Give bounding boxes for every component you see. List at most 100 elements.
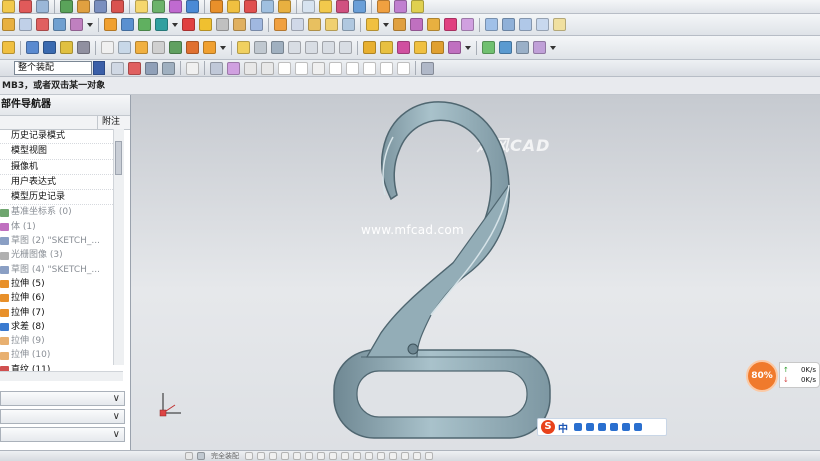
tool-icon[interactable] bbox=[2, 18, 15, 31]
tool-icon[interactable] bbox=[77, 41, 90, 54]
tool-icon[interactable] bbox=[305, 452, 313, 460]
navigator-horizontal-scrollbar[interactable] bbox=[0, 371, 123, 381]
tool-icon[interactable] bbox=[363, 61, 376, 75]
tool-icon[interactable] bbox=[322, 41, 335, 54]
tool-icon[interactable] bbox=[2, 41, 15, 54]
tool-icon[interactable] bbox=[70, 18, 83, 31]
tool-icon[interactable] bbox=[53, 18, 66, 31]
tool-icon[interactable] bbox=[319, 0, 332, 13]
tool-icon[interactable] bbox=[19, 0, 32, 13]
punctuation-icon[interactable] bbox=[586, 423, 594, 431]
tool-icon[interactable] bbox=[261, 0, 274, 13]
tree-node[interactable]: 模型历史记录 bbox=[0, 190, 113, 206]
tool-icon[interactable] bbox=[233, 18, 246, 31]
tool-icon[interactable] bbox=[278, 61, 291, 75]
tree-node[interactable]: 求差 (8) bbox=[0, 320, 113, 334]
tool-icon[interactable] bbox=[482, 41, 495, 54]
tool-icon[interactable] bbox=[499, 41, 512, 54]
tree-node[interactable]: 草图 (2) "SKETCH_... bbox=[0, 234, 113, 248]
tool-icon[interactable] bbox=[519, 18, 532, 31]
tool-icon[interactable] bbox=[425, 452, 433, 460]
tool-icon[interactable] bbox=[353, 0, 366, 13]
tool-icon[interactable] bbox=[366, 18, 379, 31]
tree-node[interactable]: 摄像机 bbox=[0, 160, 113, 175]
details-panel-toggle[interactable]: ∨ bbox=[0, 409, 125, 424]
tool-icon[interactable] bbox=[60, 0, 73, 13]
tool-icon[interactable] bbox=[414, 41, 427, 54]
tool-icon[interactable] bbox=[365, 452, 373, 460]
tool-icon[interactable] bbox=[269, 452, 277, 460]
tool-icon[interactable] bbox=[128, 61, 141, 75]
tool-icon[interactable] bbox=[185, 452, 193, 460]
graphics-viewport[interactable]: 沐风CAD www.mfcad.com bbox=[131, 95, 820, 450]
tool-icon[interactable] bbox=[305, 41, 318, 54]
tool-icon[interactable] bbox=[162, 61, 175, 75]
tool-icon[interactable] bbox=[325, 18, 338, 31]
tool-icon[interactable] bbox=[312, 61, 325, 75]
tool-icon[interactable] bbox=[60, 41, 73, 54]
tool-icon[interactable] bbox=[111, 0, 124, 13]
user-icon[interactable] bbox=[610, 423, 618, 431]
tool-icon[interactable] bbox=[293, 452, 301, 460]
tool-icon[interactable] bbox=[182, 18, 195, 31]
dropdown-arrow-icon[interactable] bbox=[465, 45, 471, 50]
tool-icon[interactable] bbox=[244, 0, 257, 13]
tool-icon[interactable] bbox=[274, 18, 287, 31]
tool-icon[interactable] bbox=[254, 41, 267, 54]
navigator-vertical-scrollbar[interactable] bbox=[113, 129, 124, 365]
tool-icon[interactable] bbox=[363, 41, 376, 54]
tool-icon[interactable] bbox=[135, 41, 148, 54]
dropdown-arrow-icon[interactable] bbox=[383, 22, 389, 27]
tool-icon[interactable] bbox=[377, 0, 390, 13]
selection-scope-dropdown[interactable]: 整个装配 bbox=[14, 61, 92, 75]
dropdown-arrow-icon[interactable] bbox=[172, 22, 178, 27]
tool-icon[interactable] bbox=[186, 61, 199, 75]
tool-icon[interactable] bbox=[553, 18, 566, 31]
tool-icon[interactable] bbox=[77, 0, 90, 13]
tool-icon[interactable] bbox=[94, 0, 107, 13]
tree-node[interactable]: 拉伸 (9) bbox=[0, 334, 113, 348]
tool-icon[interactable] bbox=[397, 41, 410, 54]
tree-node[interactable]: 草图 (4) "SKETCH_... bbox=[0, 263, 113, 277]
network-speed-widget[interactable]: 80% ↑ 0K/s ↓ 0K/s bbox=[746, 360, 820, 392]
tool-icon[interactable] bbox=[152, 0, 165, 13]
tool-icon[interactable] bbox=[278, 0, 291, 13]
tool-icon[interactable] bbox=[336, 0, 349, 13]
tool-icon[interactable] bbox=[118, 41, 131, 54]
tool-icon[interactable] bbox=[155, 18, 168, 31]
preview-panel-toggle[interactable]: ∨ bbox=[0, 427, 125, 442]
input-mode-toggle[interactable]: 中 bbox=[558, 420, 568, 435]
tree-node[interactable]: 拉伸 (6) bbox=[0, 291, 113, 305]
tool-icon[interactable] bbox=[502, 18, 515, 31]
tool-icon[interactable] bbox=[410, 18, 423, 31]
tool-icon[interactable] bbox=[413, 452, 421, 460]
dropdown-arrow-icon[interactable] bbox=[220, 45, 226, 50]
tool-icon[interactable] bbox=[138, 18, 151, 31]
tool-icon[interactable] bbox=[329, 61, 342, 75]
tool-icon[interactable] bbox=[271, 41, 284, 54]
tree-node[interactable]: 用户表达式 bbox=[0, 175, 113, 191]
tool-icon[interactable] bbox=[389, 452, 397, 460]
tree-node[interactable]: 基准坐标系 (0) bbox=[0, 205, 113, 219]
tool-icon[interactable] bbox=[216, 18, 229, 31]
tool-icon[interactable] bbox=[308, 18, 321, 31]
tool-icon[interactable] bbox=[393, 18, 406, 31]
tool-icon[interactable] bbox=[186, 41, 199, 54]
ime-toolbar[interactable]: S 中 bbox=[537, 418, 667, 436]
tool-icon[interactable] bbox=[186, 0, 199, 13]
sogou-logo-icon[interactable]: S bbox=[541, 420, 555, 434]
tool-icon[interactable] bbox=[145, 61, 158, 75]
tool-icon[interactable] bbox=[104, 18, 117, 31]
tool-icon[interactable] bbox=[281, 452, 289, 460]
tool-icon[interactable] bbox=[485, 18, 498, 31]
tool-icon[interactable] bbox=[353, 452, 361, 460]
tool-icon[interactable] bbox=[302, 0, 315, 13]
tool-icon[interactable] bbox=[346, 61, 359, 75]
tool-icon[interactable] bbox=[448, 41, 461, 54]
shirt-icon[interactable] bbox=[622, 423, 630, 431]
dropdown-arrow-icon[interactable] bbox=[93, 61, 105, 75]
tool-icon[interactable] bbox=[36, 0, 49, 13]
tool-icon[interactable] bbox=[257, 452, 265, 460]
tool-icon[interactable] bbox=[431, 41, 444, 54]
tool-icon[interactable] bbox=[36, 18, 49, 31]
